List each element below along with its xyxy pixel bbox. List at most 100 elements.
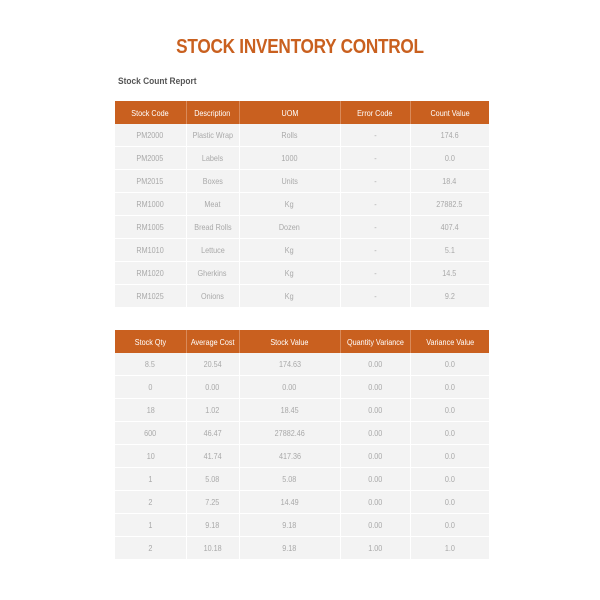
cell-value: 9.18: [205, 520, 220, 530]
cell-value: 417.36: [278, 451, 301, 461]
cell-value: RM1000: [136, 199, 164, 209]
cell-value: 18.45: [280, 405, 299, 415]
table-cell: -: [340, 169, 411, 193]
cell-value: Meat: [204, 199, 221, 209]
table-cell: 0.0: [410, 467, 489, 491]
table-cell: 174.6: [410, 124, 489, 147]
table-cell: 14.49: [239, 490, 341, 514]
table-cell: PM2015: [115, 169, 187, 193]
table-cell: 9.18: [239, 513, 341, 537]
cell-value: -: [373, 130, 377, 140]
table-cell: 407.4: [410, 215, 489, 239]
table-cell: 1.02: [186, 398, 240, 422]
column-header-label: Quantity Variance: [346, 336, 404, 347]
table-row: PM2005 Labels 1000 - 0.0: [115, 146, 489, 170]
table-cell: Kg: [239, 238, 341, 262]
table-row: 10 41.74 417.36 0.00 0.0: [115, 444, 489, 468]
table-cell: 1000: [239, 146, 341, 170]
cell-value: 1: [148, 474, 153, 484]
table-cell: 0.00: [340, 398, 411, 422]
cell-value: -: [373, 268, 377, 278]
table-cell: Bread Rolls: [186, 215, 240, 239]
table-cell: Meat: [186, 192, 240, 216]
cell-value: 407.4: [440, 222, 459, 232]
table-cell: 10.18: [186, 536, 240, 560]
table-cell: 174.63: [239, 353, 341, 376]
table-cell: -: [340, 215, 411, 239]
cell-value: Kg: [285, 245, 294, 255]
table-row: PM2015 Boxes Units - 18.4: [115, 169, 489, 193]
cell-value: Dozen: [279, 222, 300, 232]
table-cell: Labels: [186, 146, 240, 170]
column-header: UOM: [239, 101, 341, 124]
cell-value: -: [373, 199, 377, 209]
table-row: 1 5.08 5.08 0.00 0.0: [115, 467, 489, 491]
table-cell: 9.18: [186, 513, 240, 537]
column-header: Quantity Variance: [340, 330, 411, 353]
cell-value: 0.00: [367, 451, 383, 461]
table-row: 0 0.00 0.00 0.00 0.0: [115, 375, 489, 399]
table-cell: -: [340, 146, 411, 170]
column-header-label: Error Code: [357, 107, 393, 118]
table-cell: Gherkins: [186, 261, 240, 285]
cell-value: Labels: [201, 153, 224, 163]
cell-value: 9.18: [282, 520, 297, 530]
cell-value: 18: [146, 405, 155, 415]
table-header-row: Stock Qty Average Cost Stock Value Quantity…: [115, 330, 489, 353]
table-cell: 1.0: [410, 536, 489, 560]
table-cell: -: [340, 261, 411, 285]
table-row: 600 46.47 27882.46 0.00 0.0: [115, 421, 489, 445]
cell-value: 1.0: [444, 543, 455, 553]
table-cell: Boxes: [186, 169, 240, 193]
cell-value: 14.49: [280, 497, 299, 507]
column-header: Stock Value: [239, 330, 341, 353]
cell-value: 14.5: [442, 268, 457, 278]
cell-value: 0.0: [444, 497, 455, 507]
cell-value: 10.18: [203, 543, 222, 553]
table-cell: Rolls: [239, 124, 341, 147]
table-cell: 18.45: [239, 398, 341, 422]
cell-value: 0.0: [444, 382, 455, 392]
table-cell: 1: [115, 513, 187, 537]
table-cell: 9.2: [410, 284, 489, 308]
cell-value: 0.0: [444, 474, 455, 484]
cell-value: Kg: [285, 268, 294, 278]
stock-count-table: Stock Code Description UOM Error Code Count …: [115, 101, 489, 308]
table-cell: 1: [115, 467, 187, 491]
document-title: STOCK INVENTORY CONTROL: [176, 36, 424, 58]
cell-value: 0.0: [444, 153, 455, 163]
table-cell: RM1000: [115, 192, 187, 216]
table-cell: 0: [115, 375, 187, 399]
cell-value: 0.0: [444, 359, 455, 369]
report-subtitle: Stock Count Report: [118, 76, 197, 87]
table-row: 18 1.02 18.45 0.00 0.0: [115, 398, 489, 422]
table-row: RM1025 Onions Kg - 9.2: [115, 284, 489, 308]
table-cell: 0.00: [340, 421, 411, 445]
table-cell: 0.00: [340, 444, 411, 468]
table-cell: 8.5: [115, 353, 187, 376]
table-row: 2 10.18 9.18 1.00 1.0: [115, 536, 489, 560]
table-cell: -: [340, 284, 411, 308]
table-cell: 18: [115, 398, 187, 422]
table-cell: Kg: [239, 261, 341, 285]
column-header-label: Average Cost: [190, 336, 235, 347]
cell-value: Lettuce: [200, 245, 225, 255]
cell-value: RM1020: [136, 268, 164, 278]
cell-value: 0.00: [367, 359, 383, 369]
cell-value: 1.00: [367, 543, 383, 553]
table-cell: 0.0: [410, 146, 489, 170]
cell-value: 8.5: [145, 359, 156, 369]
cell-value: 600: [144, 428, 157, 438]
table-cell: Dozen: [239, 215, 341, 239]
column-header: Description: [186, 101, 240, 124]
cell-value: 2: [148, 543, 153, 553]
cell-value: 10: [146, 451, 155, 461]
table-cell: 41.74: [186, 444, 240, 468]
table-cell: 9.18: [239, 536, 341, 560]
table-cell: 0.00: [340, 375, 411, 399]
cell-value: PM2015: [136, 176, 164, 186]
table-cell: 600: [115, 421, 187, 445]
cell-value: 0.0: [444, 428, 455, 438]
cell-value: 174.63: [278, 359, 301, 369]
table-cell: 0.0: [410, 421, 489, 445]
